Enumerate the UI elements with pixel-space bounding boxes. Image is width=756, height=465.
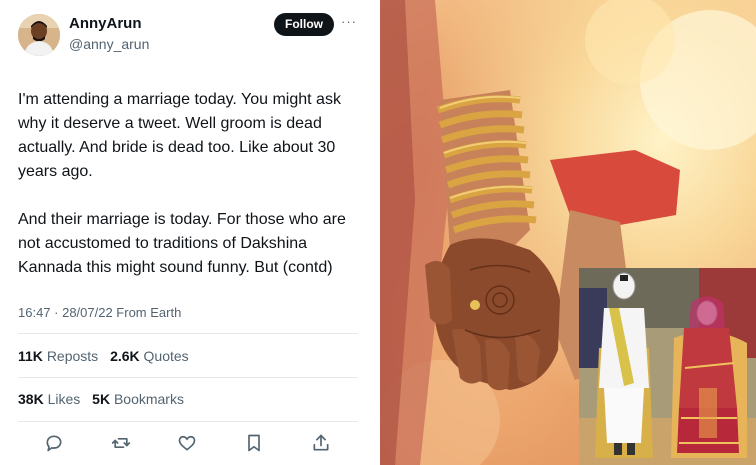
avatar[interactable]: [18, 14, 60, 56]
reposts-count: 11K: [18, 348, 43, 364]
tweet-text: I'm attending a marriage today. You migh…: [18, 88, 366, 280]
reply-icon[interactable]: [41, 430, 67, 456]
tweet-paragraph-2: And their marriage is today. For those w…: [18, 211, 346, 276]
tweet-card: AnnyArun @anny_arun Follow ··· I'm atten…: [0, 0, 376, 465]
divider: [18, 333, 358, 334]
reposts-stat[interactable]: 11K Reposts: [18, 348, 98, 364]
bookmarks-label: Bookmarks: [113, 391, 184, 407]
follow-button[interactable]: Follow: [274, 13, 334, 36]
bride-groom-dolls-photo: [579, 268, 756, 465]
bookmarks-stat[interactable]: 5K Bookmarks: [92, 391, 184, 407]
divider: [18, 377, 358, 378]
quotes-stat[interactable]: 2.6K Quotes: [110, 348, 189, 364]
tweet-paragraph-1: I'm attending a marriage today. You migh…: [18, 91, 341, 180]
repost-icon[interactable]: [108, 430, 134, 456]
likes-stat[interactable]: 38K Likes: [18, 391, 80, 407]
like-icon[interactable]: [174, 430, 200, 456]
quotes-label: Quotes: [143, 348, 189, 364]
likes-count: 38K: [18, 391, 44, 407]
quotes-count: 2.6K: [110, 348, 140, 364]
action-bar: [0, 430, 376, 456]
share-icon[interactable]: [308, 430, 334, 456]
avatar-image: [18, 14, 60, 56]
likes-label: Likes: [47, 391, 81, 407]
divider: [18, 421, 358, 422]
display-name[interactable]: AnnyArun: [69, 15, 142, 32]
bookmark-icon[interactable]: [241, 430, 267, 456]
bookmarks-count: 5K: [92, 391, 111, 407]
like-bookmark-stats: 38K Likes 5K Bookmarks: [18, 391, 192, 407]
tweet-timestamp[interactable]: 16:47 · 28/07/22 From Earth: [18, 305, 181, 320]
more-horizontal-icon[interactable]: ···: [341, 14, 357, 29]
repost-quote-stats: 11K Reposts 2.6K Quotes: [18, 348, 197, 364]
handle[interactable]: @anny_arun: [69, 36, 149, 52]
reposts-label: Reposts: [46, 348, 99, 364]
